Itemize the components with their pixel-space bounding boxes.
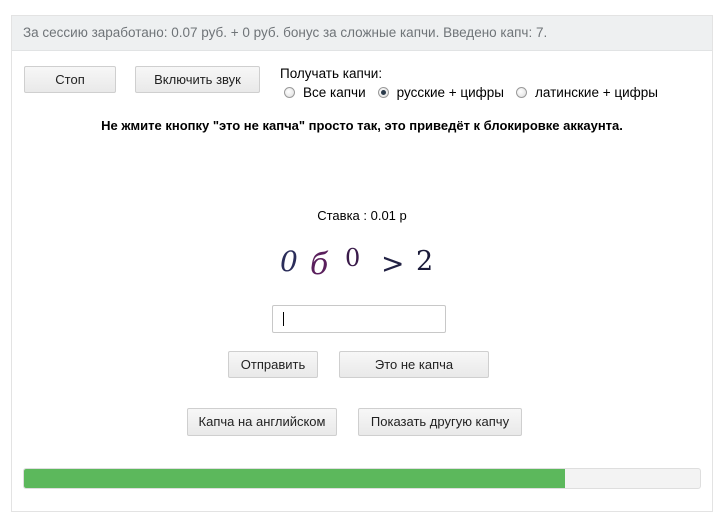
captcha-mode-label: Получать капчи:: [280, 66, 383, 81]
radio-russian-digits[interactable]: [377, 87, 389, 98]
captcha-panel: За сессию заработано: 0.07 руб. + 0 руб.…: [11, 15, 713, 512]
captcha-answer-input[interactable]: [272, 305, 446, 333]
captcha-glyph: >: [381, 247, 404, 278]
captcha-image: 0 б 0 > 2: [280, 244, 433, 278]
warning-text: Не жмите кнопку "это не капча" просто та…: [101, 118, 623, 133]
mode-option-russian-digits-label: русские + цифры: [396, 85, 504, 100]
mode-option-russian-digits[interactable]: русские + цифры: [377, 85, 504, 100]
captcha-glyph: 0: [345, 244, 360, 272]
rate-text: Ставка : 0.01 р: [317, 208, 407, 223]
session-earnings-bar: За сессию заработано: 0.07 руб. + 0 руб.…: [12, 16, 712, 51]
captcha-glyph: 2: [416, 246, 433, 277]
mode-option-latin-digits-label: латинские + цифры: [535, 85, 658, 100]
mode-option-all-label: Все капчи: [303, 85, 366, 100]
send-button[interactable]: Отправить: [228, 351, 318, 378]
captcha-glyph: 0: [280, 245, 298, 278]
not-captcha-button[interactable]: Это не капча: [339, 351, 489, 378]
radio-latin-digits[interactable]: [516, 87, 527, 98]
progress-bar: [23, 468, 701, 489]
enable-sound-button[interactable]: Включить звук: [135, 66, 260, 93]
progress-fill: [24, 469, 565, 488]
mode-option-latin-digits[interactable]: латинские + цифры: [516, 85, 658, 100]
mode-option-all[interactable]: Все капчи: [284, 85, 366, 100]
captcha-glyph: б: [310, 247, 329, 278]
captcha-mode-group: Все капчи русские + цифры латинские + ци…: [284, 85, 670, 100]
show-another-captcha-button[interactable]: Показать другую капчу: [358, 408, 522, 436]
radio-all[interactable]: [284, 87, 295, 98]
stop-button[interactable]: Стоп: [24, 66, 116, 93]
text-caret: [283, 312, 284, 326]
english-captcha-button[interactable]: Капча на английском: [187, 408, 337, 436]
